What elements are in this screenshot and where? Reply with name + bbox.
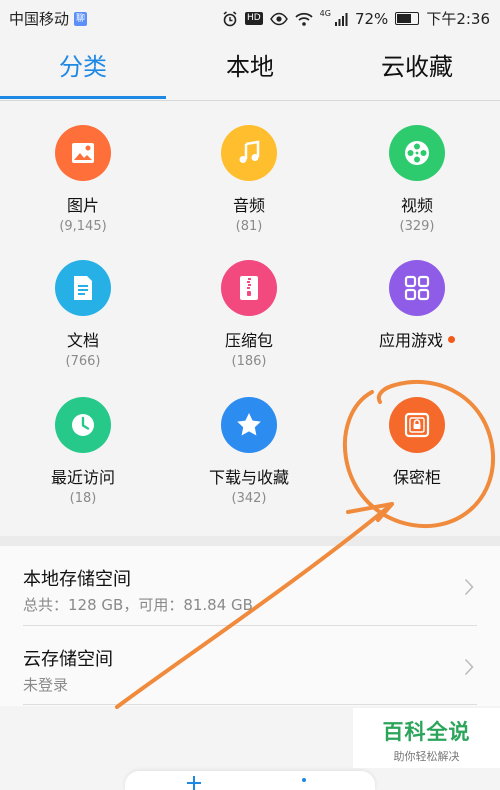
category-label: 应用游戏 bbox=[334, 327, 500, 351]
battery-percent: 72% bbox=[354, 9, 389, 28]
apps-grid-icon bbox=[389, 260, 445, 316]
hd-icon: HD bbox=[244, 12, 263, 25]
network-type: 4G bbox=[319, 9, 331, 18]
cloud-storage-row[interactable]: 云存储空间 未登录 bbox=[0, 626, 500, 706]
row-divider bbox=[23, 704, 477, 705]
tab-bar: 分类 本地 云收藏 bbox=[0, 34, 500, 101]
wifi-icon bbox=[295, 12, 313, 26]
tab-cloud-favorites[interactable]: 云收藏 bbox=[334, 34, 500, 100]
section-divider bbox=[0, 536, 500, 546]
category-label: 最近访问 bbox=[50, 468, 115, 487]
tab-categories[interactable]: 分类 bbox=[0, 34, 166, 100]
zip-icon bbox=[221, 260, 277, 316]
annotation-arrowhead bbox=[346, 502, 394, 522]
watermark-title: 百科全说 bbox=[382, 720, 471, 744]
category-count: (766) bbox=[65, 354, 101, 369]
category-count: (342) bbox=[231, 491, 267, 506]
cloud-storage-status: 未登录 bbox=[23, 676, 69, 694]
alarm-icon bbox=[223, 10, 237, 26]
category-audio[interactable]: 音频 (81) bbox=[166, 125, 332, 234]
category-apps-games[interactable]: 应用游戏 bbox=[334, 260, 500, 354]
category-safe[interactable]: 保密柜 bbox=[334, 397, 500, 491]
document-icon bbox=[55, 260, 111, 316]
active-tab-indicator bbox=[0, 96, 166, 99]
category-label: 保密柜 bbox=[392, 468, 441, 487]
category-label: 音频 bbox=[232, 196, 265, 215]
category-video[interactable]: 视频 (329) bbox=[334, 125, 500, 234]
category-images[interactable]: 图片 (9,145) bbox=[0, 125, 166, 234]
notification-badge: 聊 bbox=[74, 11, 88, 26]
star-icon bbox=[221, 397, 277, 453]
music-note-icon bbox=[221, 125, 277, 181]
bottom-action-bar[interactable] bbox=[125, 771, 375, 790]
category-archives[interactable]: 压缩包 (186) bbox=[166, 260, 332, 369]
local-storage-row[interactable]: 本地存储空间 总共：128 GB，可用：81.84 GB bbox=[0, 546, 500, 626]
safe-lock-icon bbox=[389, 397, 445, 453]
local-storage-title: 本地存储空间 bbox=[23, 569, 131, 590]
clock-time: 下午2:36 bbox=[426, 10, 490, 28]
category-count: (329) bbox=[399, 219, 435, 234]
local-storage-detail: 总共：128 GB，可用：81.84 GB bbox=[23, 596, 253, 614]
eye-icon bbox=[269, 12, 288, 25]
watermark-logo: 百科全说 助你轻松解决 bbox=[353, 708, 500, 768]
signal-icon bbox=[334, 12, 348, 26]
add-icon[interactable] bbox=[185, 775, 203, 790]
status-bar: 中国移动 聊 HD 4G 72% 下午2:36 bbox=[0, 0, 500, 34]
carrier-name: 中国移动 bbox=[9, 10, 70, 28]
category-downloads-favorites[interactable]: 下载与收藏 (342) bbox=[166, 397, 332, 506]
chevron-right-icon bbox=[464, 658, 474, 676]
category-recent[interactable]: 最近访问 (18) bbox=[0, 397, 166, 506]
category-label: 图片 bbox=[66, 196, 99, 215]
new-badge-dot bbox=[448, 336, 455, 343]
category-count: (81) bbox=[235, 219, 263, 234]
tab-local[interactable]: 本地 bbox=[166, 34, 334, 100]
category-label: 视频 bbox=[400, 196, 433, 215]
category-label: 文档 bbox=[66, 331, 99, 350]
image-icon bbox=[55, 125, 111, 181]
cloud-storage-title: 云存储空间 bbox=[23, 649, 113, 670]
category-count: (18) bbox=[69, 491, 97, 506]
category-documents[interactable]: 文档 (766) bbox=[0, 260, 166, 369]
more-icon[interactable] bbox=[301, 777, 307, 790]
watermark-subtitle: 助你轻松解决 bbox=[393, 750, 460, 763]
category-count: (186) bbox=[231, 354, 267, 369]
category-label-text: 应用游戏 bbox=[378, 331, 443, 350]
clock-icon bbox=[55, 397, 111, 453]
battery-icon bbox=[395, 12, 420, 25]
film-reel-icon bbox=[389, 125, 445, 181]
category-count: (9,145) bbox=[59, 219, 107, 234]
chevron-right-icon bbox=[464, 578, 474, 596]
category-label: 下载与收藏 bbox=[208, 468, 289, 487]
category-label: 压缩包 bbox=[224, 331, 273, 350]
